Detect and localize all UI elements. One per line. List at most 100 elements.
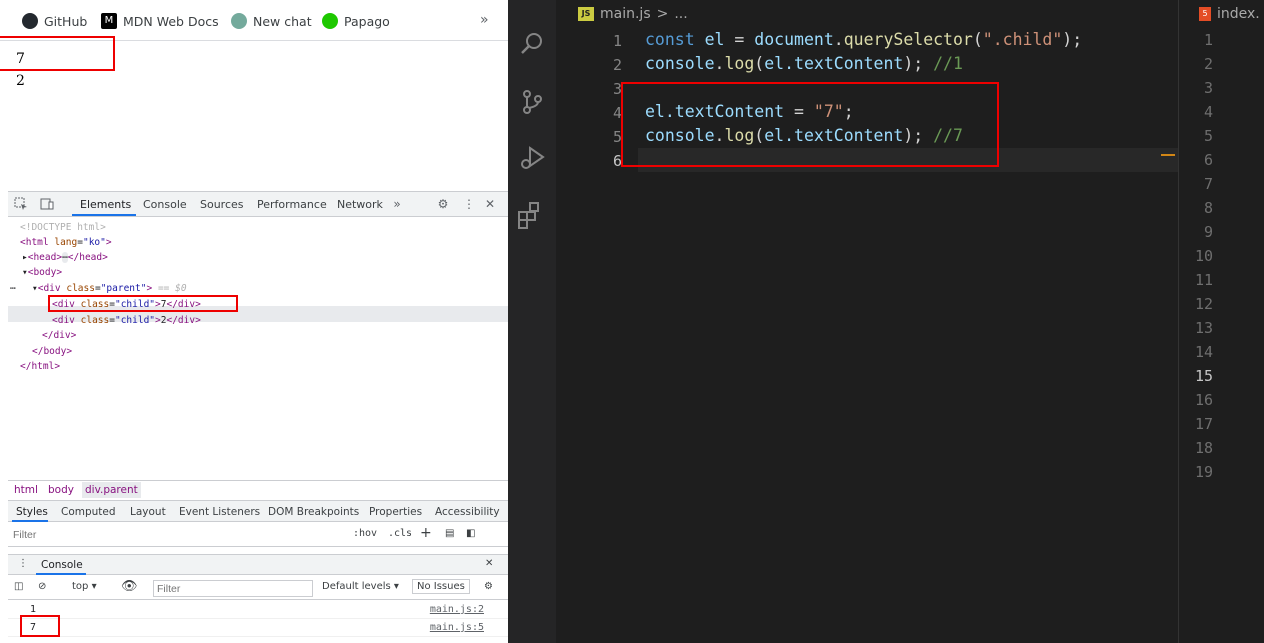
run-debug-icon[interactable] <box>516 142 548 174</box>
breadcrumb-file[interactable]: main.js <box>600 6 651 22</box>
drawer-tab-indicator <box>36 573 86 575</box>
highlight-box <box>20 615 60 637</box>
tab-sources[interactable]: Sources <box>200 198 244 211</box>
line-number: 6 <box>612 152 622 170</box>
split-editor-group[interactable]: 5 index. 1 2 3 4 5 6 7 8 9 10 11 12 13 1… <box>1178 0 1264 643</box>
highlight-box <box>48 295 238 312</box>
tab-styles[interactable]: Styles <box>16 506 48 518</box>
hov-toggle[interactable]: :hov <box>353 528 377 539</box>
dom-head[interactable]: ▸<head>⋯</head> <box>22 250 108 266</box>
line-number: 1 <box>612 32 622 50</box>
tab-accessibility[interactable]: Accessibility <box>435 506 500 518</box>
search-icon[interactable] <box>516 28 548 60</box>
breadcrumb-html[interactable]: html <box>14 484 38 496</box>
settings-gear-icon[interactable]: ⚙ <box>436 197 450 211</box>
close-devtools-icon[interactable]: ✕ <box>483 197 497 211</box>
dom-body-close[interactable]: </body> <box>32 344 72 360</box>
highlight-box <box>621 82 999 167</box>
dom-child-div-2[interactable]: <div class="child">2</div> <box>52 313 201 329</box>
row-menu-icon[interactable]: ⋯ <box>10 281 16 297</box>
source-link[interactable]: main.js:2 <box>430 604 484 615</box>
console-drawer-bar: ⋮ Console ✕ <box>8 554 508 575</box>
code-line-2: console.log(el.textContent); //1 <box>645 54 963 73</box>
source-control-icon[interactable] <box>516 86 548 118</box>
dom-body-open[interactable]: ▾<body> <box>22 265 62 281</box>
computed-sidebar-icon[interactable]: ◧ <box>466 528 475 539</box>
extensions-icon[interactable] <box>516 200 548 232</box>
github-icon <box>22 13 38 29</box>
live-expression-eye-icon[interactable]: 👁 <box>121 579 138 594</box>
overview-ruler-mark <box>1161 154 1175 156</box>
line-number: 2 <box>612 56 622 74</box>
console-toolbar: ◫ ⊘ top ▾ 👁 Default levels ▾ No Issues ⚙ <box>8 576 508 600</box>
code-line-1: const el = document.querySelector(".chil… <box>645 30 1083 49</box>
element-state-icon[interactable]: ▤ <box>445 528 454 539</box>
bookmark-new-chat[interactable]: New chat <box>231 12 312 30</box>
sidebar-toggle-icon[interactable]: ◫ <box>14 581 23 592</box>
line-number: 2 <box>1203 55 1213 73</box>
bookmark-github[interactable]: GitHub <box>22 12 87 30</box>
line-number: 3 <box>1203 79 1213 97</box>
tab-console[interactable]: Console <box>143 198 187 211</box>
bookmark-mdn[interactable]: M MDN Web Docs <box>101 12 219 30</box>
issues-button[interactable]: No Issues <box>412 579 470 594</box>
dom-html-close[interactable]: </html> <box>20 359 60 375</box>
styles-filter-input[interactable] <box>10 526 345 543</box>
code-editor[interactable]: 1 2 3 4 5 6 const el = document.querySel… <box>556 28 1178 643</box>
devtools-panel: Elements Console Sources Performance Net… <box>8 191 508 643</box>
new-rule-icon[interactable]: + <box>420 525 432 541</box>
breadcrumb-div-parent[interactable]: div.parent <box>82 482 141 498</box>
console-message: 7 main.js:5 <box>8 619 508 637</box>
bookmark-papago[interactable]: Papago <box>322 12 390 30</box>
kebab-menu-icon[interactable]: ⋮ <box>462 197 476 211</box>
line-number: 9 <box>1203 223 1213 241</box>
tab-elements[interactable]: Elements <box>80 198 131 211</box>
close-drawer-icon[interactable]: ✕ <box>485 558 493 569</box>
line-number: 12 <box>1194 295 1213 313</box>
console-message: 1 main.js:2 <box>8 601 508 619</box>
line-number: 1 <box>1203 31 1213 49</box>
dom-doctype: <!DOCTYPE html> <box>20 222 106 233</box>
breadcrumb-body[interactable]: body <box>48 484 74 496</box>
mdn-icon: M <box>101 13 117 29</box>
tab-computed[interactable]: Computed <box>61 506 116 518</box>
line-number: 14 <box>1194 343 1213 361</box>
drawer-tab-console[interactable]: Console <box>41 559 83 571</box>
source-link[interactable]: main.js:5 <box>430 622 484 633</box>
context-select[interactable]: top ▾ <box>72 581 97 592</box>
page-viewport: 7 2 <box>0 36 508 191</box>
line-number: 10 <box>1194 247 1213 265</box>
line-number: 5 <box>1203 127 1213 145</box>
tab-event-listeners[interactable]: Event Listeners <box>179 506 260 518</box>
split-tab[interactable]: 5 index. <box>1199 6 1260 22</box>
activity-bar <box>508 0 556 643</box>
device-toolbar-icon[interactable] <box>40 197 54 211</box>
dom-html-open[interactable]: <html lang="ko"> <box>20 235 112 251</box>
more-tabs-icon[interactable]: » <box>390 197 404 211</box>
console-settings-gear-icon[interactable]: ⚙ <box>484 581 493 592</box>
console-filter-input[interactable] <box>153 580 313 597</box>
more-bookmarks-icon[interactable]: » <box>480 12 489 28</box>
tab-performance[interactable]: Performance <box>257 198 327 211</box>
line-number: 4 <box>1203 103 1213 121</box>
highlight-box <box>0 36 115 71</box>
breadcrumb: JS main.js > ... <box>578 6 688 22</box>
log-levels-dropdown[interactable]: Default levels ▾ <box>322 581 399 592</box>
tab-network[interactable]: Network <box>337 198 383 211</box>
line-number: 11 <box>1194 271 1213 289</box>
line-number: 15 <box>1194 367 1213 385</box>
tab-layout[interactable]: Layout <box>130 506 166 518</box>
clear-console-icon[interactable]: ⊘ <box>38 581 46 592</box>
console-value: 1 <box>30 604 37 615</box>
console-output: 1 main.js:2 7 main.js:5 <box>8 601 508 643</box>
tab-dom-breakpoints[interactable]: DOM Breakpoints <box>268 506 359 518</box>
drawer-menu-icon[interactable]: ⋮ <box>18 558 28 569</box>
cls-toggle[interactable]: .cls <box>388 528 412 539</box>
tab-properties[interactable]: Properties <box>369 506 422 518</box>
line-number: 6 <box>1203 151 1213 169</box>
dom-parent-close[interactable]: </div> <box>42 328 76 344</box>
line-number: 18 <box>1194 439 1213 457</box>
devtools-tab-bar: Elements Console Sources Performance Net… <box>8 192 508 217</box>
breadcrumb-symbols[interactable]: ... <box>674 6 687 22</box>
inspect-element-icon[interactable] <box>14 197 28 211</box>
